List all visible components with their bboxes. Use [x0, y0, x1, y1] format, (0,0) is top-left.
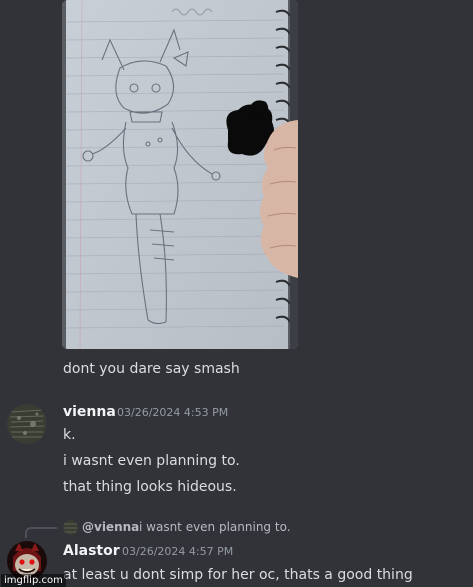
message-line: i wasnt even planning to. — [63, 453, 240, 469]
vienna-avatar-image — [7, 404, 47, 444]
author-name-alastor[interactable]: Alastor — [63, 542, 120, 560]
vienna-avatar[interactable] — [7, 404, 47, 444]
chat-channel: dont you dare say smash vienna 03/26/202… — [0, 0, 473, 587]
reply-avatar-image — [63, 520, 78, 535]
sketch-drawing — [62, 0, 298, 349]
author-name-vienna[interactable]: vienna — [63, 403, 116, 421]
message-line: that thing looks hideous. — [63, 479, 237, 495]
reply-mention[interactable]: @vienna — [82, 519, 139, 535]
message-line: at least u dont simp for her oc, thats a… — [63, 567, 413, 583]
watermark: imgflip.com — [1, 574, 66, 587]
reply-snippet[interactable]: i wasnt even planning to. — [139, 519, 291, 535]
message-timestamp[interactable]: 03/26/2024 4:53 PM — [117, 404, 228, 422]
reply-avatar-icon[interactable] — [63, 520, 78, 535]
message-line: dont you dare say smash — [63, 361, 240, 377]
image-attachment[interactable] — [62, 0, 298, 349]
reply-connector — [25, 527, 57, 538]
message-line: k. — [63, 427, 76, 443]
message-timestamp[interactable]: 03/26/2024 4:57 PM — [122, 543, 233, 561]
